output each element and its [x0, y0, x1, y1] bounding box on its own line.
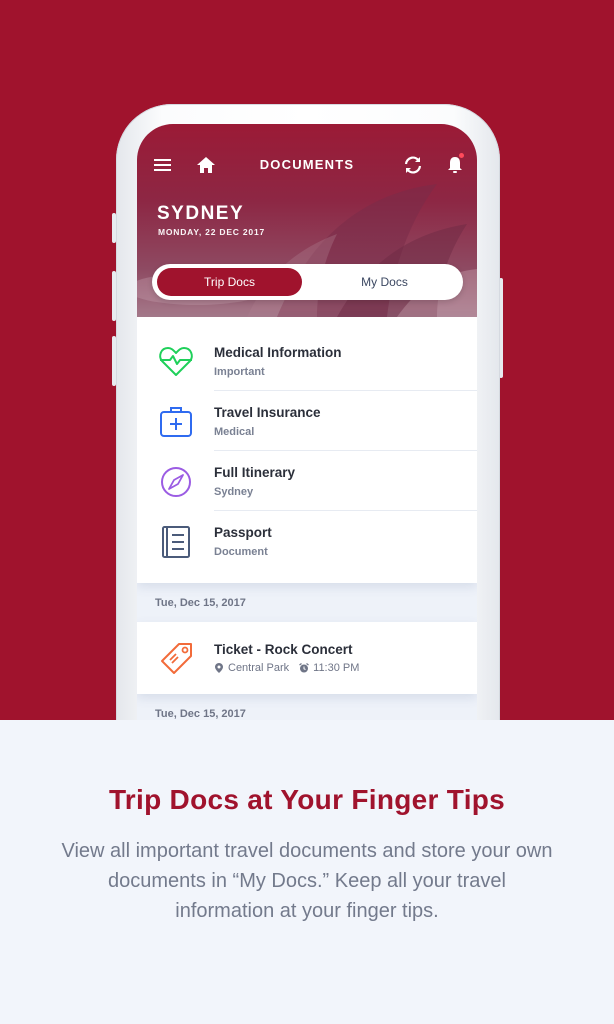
docs-tab-switcher: Trip Docs My Docs [152, 264, 463, 300]
document-title: Passport [214, 525, 272, 540]
document-title: Medical Information [214, 345, 342, 360]
location-pin-icon [215, 663, 223, 673]
document-subtitle: Sydney [214, 486, 254, 498]
phone-screen: DOCUMENTS SYDNEY MONDAY, 22 DEC 2017 Tri… [137, 124, 477, 744]
tab-my-docs[interactable]: My Docs [312, 268, 457, 296]
document-title: Full Itinerary [214, 465, 296, 480]
ticket-tag-icon [161, 643, 192, 674]
event-time: 11:30 PM [313, 662, 360, 674]
list-item[interactable]: Medical Information Important [137, 331, 477, 391]
promo-headline: Trip Docs at Your Finger Tips [108, 784, 506, 815]
event-meta: Central Park 11:30 PM [214, 662, 359, 674]
document-subtitle: Medical [214, 426, 255, 438]
event-location: Central Park [228, 662, 290, 674]
refresh-icon[interactable] [402, 154, 424, 176]
trip-date: MONDAY, 22 DEC 2017 [158, 227, 266, 237]
list-item[interactable]: Full Itinerary Sydney [137, 451, 477, 511]
list-item[interactable]: Travel Insurance Medical [137, 391, 477, 451]
tab-trip-docs[interactable]: Trip Docs [157, 268, 302, 296]
date-header: Tue, Dec 15, 2017 [155, 597, 246, 609]
document-subtitle: Important [214, 366, 265, 378]
heart-pulse-icon [159, 347, 193, 376]
promo-description: View all important travel documents and … [61, 840, 553, 922]
book-icon [162, 526, 190, 558]
alarm-clock-icon [299, 663, 310, 673]
document-title: Travel Insurance [214, 405, 321, 420]
page-title: DOCUMENTS [259, 157, 355, 172]
event-item[interactable]: Ticket - Rock Concert Central Park 11:30… [137, 622, 477, 694]
documents-list: Medical Information Important Travel Ins… [137, 317, 477, 583]
city-name: SYDNEY [157, 203, 245, 224]
compass-icon [161, 467, 191, 497]
document-subtitle: Document [214, 546, 268, 558]
promo-section: Trip Docs at Your Finger Tips View all i… [0, 720, 614, 1024]
date-header: Tue, Dec 15, 2017 [155, 708, 246, 720]
list-item[interactable]: Passport Document [137, 511, 477, 571]
event-title: Ticket - Rock Concert [214, 642, 353, 657]
app-header: DOCUMENTS SYDNEY MONDAY, 22 DEC 2017 Tri… [137, 124, 477, 317]
top-bar: DOCUMENTS [137, 152, 477, 178]
medical-kit-icon [160, 407, 192, 437]
notification-badge [459, 153, 464, 158]
